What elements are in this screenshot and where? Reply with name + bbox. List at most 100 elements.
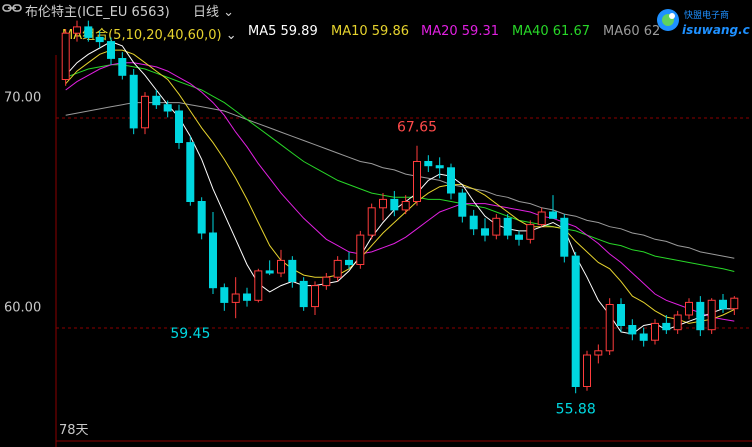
price-annotation: 67.65 bbox=[397, 120, 437, 136]
candle[interactable] bbox=[107, 37, 115, 65]
candle[interactable] bbox=[186, 136, 195, 206]
candle[interactable] bbox=[594, 344, 603, 364]
candle-body-up bbox=[730, 297, 739, 310]
candle-body-up bbox=[583, 354, 591, 387]
candle-body-down bbox=[447, 167, 455, 194]
candle-body-down bbox=[118, 58, 127, 76]
candle[interactable] bbox=[299, 277, 308, 311]
candlestick-chart[interactable]: 70.00 60.00 67.65 59.45 55.88 78天 bbox=[0, 0, 752, 447]
candle[interactable] bbox=[515, 230, 523, 246]
ma20-line bbox=[65, 62, 735, 322]
candle[interactable] bbox=[333, 256, 342, 282]
candle-body-up bbox=[526, 224, 535, 240]
candle[interactable] bbox=[673, 310, 682, 334]
candle-body-down bbox=[515, 234, 523, 240]
candle[interactable] bbox=[639, 327, 648, 347]
candle[interactable] bbox=[605, 298, 614, 355]
candle[interactable] bbox=[469, 209, 478, 236]
candle-body-down bbox=[243, 293, 251, 301]
candle-body-up bbox=[651, 322, 659, 341]
candle-body-down bbox=[299, 280, 308, 308]
candle-body-down bbox=[197, 201, 206, 234]
candle-body-down bbox=[209, 232, 217, 289]
candle[interactable] bbox=[730, 296, 739, 316]
candle[interactable] bbox=[288, 256, 297, 288]
candle[interactable] bbox=[413, 145, 421, 206]
candle-body-down bbox=[288, 259, 297, 282]
candle[interactable] bbox=[617, 298, 625, 332]
y-tick-label: 60.00 bbox=[4, 301, 41, 316]
candle-body-up bbox=[537, 211, 546, 226]
candle[interactable] bbox=[197, 197, 206, 240]
candle-body-down bbox=[662, 322, 671, 331]
candle[interactable] bbox=[685, 298, 693, 320]
candle-body-up bbox=[707, 299, 716, 331]
candle-body-down bbox=[435, 165, 444, 169]
candle-body-down bbox=[549, 211, 557, 219]
candle[interactable] bbox=[265, 260, 274, 276]
candle[interactable] bbox=[231, 277, 240, 319]
candle[interactable] bbox=[356, 230, 365, 269]
candle[interactable] bbox=[651, 319, 659, 345]
price-annotation: 55.88 bbox=[556, 401, 596, 417]
candle[interactable] bbox=[549, 195, 557, 219]
ma10-line bbox=[65, 49, 735, 324]
candle[interactable] bbox=[526, 220, 535, 244]
candle-body-down bbox=[458, 192, 467, 217]
candle[interactable] bbox=[503, 214, 512, 240]
candle[interactable] bbox=[220, 283, 229, 311]
candle[interactable] bbox=[571, 251, 580, 394]
candle[interactable] bbox=[254, 268, 263, 303]
candle[interactable] bbox=[696, 296, 705, 337]
candle-body-down bbox=[220, 287, 229, 303]
candle-body-up bbox=[673, 314, 682, 331]
candle-body-up bbox=[401, 201, 410, 211]
candle-body-up bbox=[254, 270, 263, 301]
candle[interactable] bbox=[322, 272, 331, 290]
price-annotation: 59.45 bbox=[170, 326, 210, 342]
candle-body-up bbox=[141, 95, 149, 129]
candle-body-down bbox=[163, 104, 172, 112]
candle-body-up bbox=[333, 259, 342, 278]
candle-body-down bbox=[265, 270, 274, 274]
candle[interactable] bbox=[424, 155, 433, 173]
candle-body-up bbox=[413, 161, 421, 202]
candle-body-down bbox=[84, 26, 93, 38]
candle[interactable] bbox=[401, 195, 410, 215]
candle[interactable] bbox=[583, 350, 591, 391]
candle-body-up bbox=[685, 301, 693, 316]
candle[interactable] bbox=[447, 163, 455, 200]
candle[interactable] bbox=[379, 193, 387, 221]
candle-body-down bbox=[390, 198, 399, 211]
candle[interactable] bbox=[628, 319, 637, 341]
candle-body-up bbox=[594, 350, 603, 356]
candle[interactable] bbox=[95, 31, 104, 48]
candle[interactable] bbox=[141, 92, 149, 135]
candle[interactable] bbox=[560, 214, 569, 263]
candle[interactable] bbox=[118, 52, 127, 80]
y-tick-label: 70.00 bbox=[4, 90, 41, 105]
candle-body-down bbox=[571, 255, 580, 387]
candle[interactable] bbox=[84, 20, 93, 42]
candle[interactable] bbox=[311, 281, 319, 316]
candle[interactable] bbox=[367, 203, 376, 240]
candle-body-down bbox=[503, 217, 512, 236]
candle-body-up bbox=[61, 32, 70, 80]
candle[interactable] bbox=[537, 207, 546, 227]
candle[interactable] bbox=[175, 104, 183, 149]
candle[interactable] bbox=[492, 214, 501, 240]
candle-body-down bbox=[628, 325, 637, 335]
candle-body-up bbox=[379, 198, 387, 209]
candle[interactable] bbox=[209, 211, 217, 294]
candle-body-down bbox=[481, 228, 489, 236]
candle[interactable] bbox=[707, 298, 716, 334]
candle-body-down bbox=[696, 301, 705, 331]
candle[interactable] bbox=[277, 249, 285, 278]
candle[interactable] bbox=[458, 188, 467, 223]
candle[interactable] bbox=[243, 287, 251, 307]
candle[interactable] bbox=[61, 29, 70, 86]
candle-body-down bbox=[617, 304, 625, 326]
candle[interactable] bbox=[73, 20, 81, 42]
candle[interactable] bbox=[481, 218, 489, 242]
candle[interactable] bbox=[129, 68, 138, 135]
